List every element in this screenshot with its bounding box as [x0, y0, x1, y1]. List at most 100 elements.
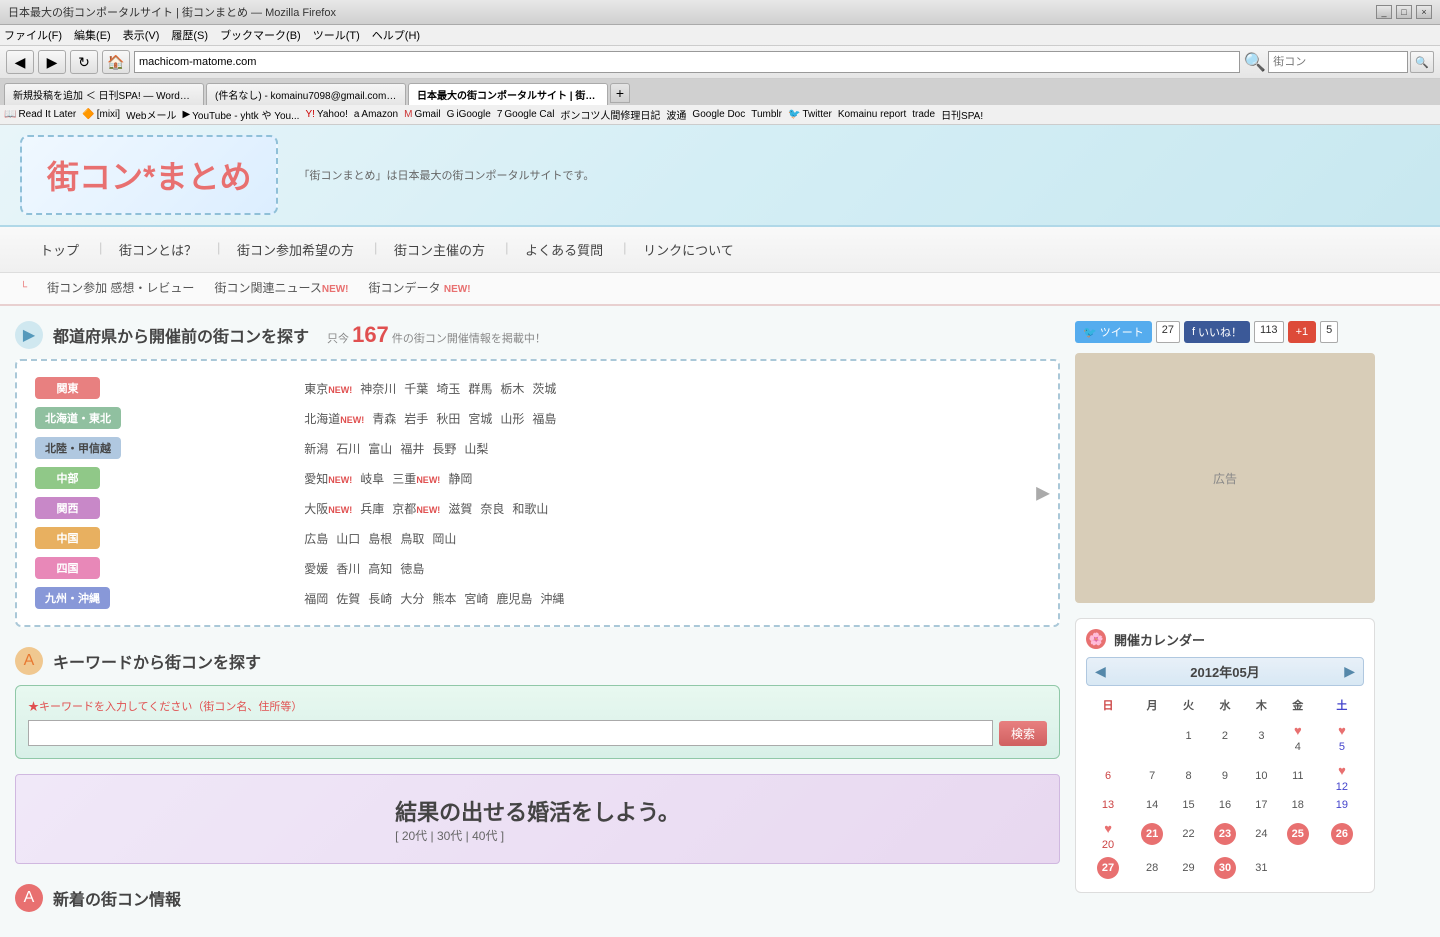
- subnav-data[interactable]: 街コンデータ NEW!: [369, 279, 471, 296]
- region-chubu[interactable]: 中部: [35, 467, 100, 489]
- cal-day-14[interactable]: 14: [1130, 796, 1174, 814]
- pref-miyagi[interactable]: 宮城: [468, 410, 492, 427]
- bookmark-komainu[interactable]: Komainu report: [838, 109, 906, 120]
- tab-2[interactable]: 日本最大の街コンポータルサイト | 街コン...: [408, 83, 608, 105]
- pref-aomori[interactable]: 青森: [372, 410, 396, 427]
- tab-1[interactable]: (件名なし) - komainu7098@gmail.com -...: [206, 83, 406, 105]
- minimize-button[interactable]: _: [1376, 5, 1392, 19]
- pref-ibaraki[interactable]: 茨城: [532, 380, 556, 397]
- bookmark-gmail[interactable]: M Gmail: [404, 109, 440, 120]
- cal-day-26[interactable]: 26: [1320, 814, 1364, 854]
- cal-day-21[interactable]: 21: [1130, 814, 1174, 854]
- home-button[interactable]: 🏠: [102, 50, 130, 74]
- bookmark-bonkotsu[interactable]: ボンコツ人間修理日記: [560, 107, 660, 122]
- pref-hiroshima[interactable]: 広島: [304, 530, 328, 547]
- menu-history[interactable]: 履歴(S): [171, 27, 208, 43]
- pref-nara[interactable]: 奈良: [480, 500, 504, 517]
- cal-day-25[interactable]: 25: [1276, 814, 1320, 854]
- subnav-review[interactable]: 街コン参加 感想・レビュー: [47, 279, 194, 296]
- tab-0[interactable]: 新規投稿を追加 ＜ 日刊SPA! — WordPr...: [4, 83, 204, 105]
- pref-tochigi[interactable]: 栃木: [500, 380, 524, 397]
- bookmark-webmail[interactable]: Webメール: [126, 107, 176, 122]
- nav-faq[interactable]: よくある質問: [505, 235, 623, 264]
- nav-about[interactable]: 街コンとは？: [99, 235, 217, 264]
- cal-day-5[interactable]: ♥5: [1320, 716, 1364, 756]
- pref-yamagata[interactable]: 山形: [500, 410, 524, 427]
- pref-kanagawa[interactable]: 神奈川: [360, 380, 396, 397]
- pref-miyazaki[interactable]: 宮崎: [464, 590, 488, 607]
- bookmark-mixi[interactable]: 🔶 [mixi]: [82, 109, 120, 120]
- cal-day-30[interactable]: 30: [1203, 854, 1247, 882]
- bookmark-amazon[interactable]: a Amazon: [354, 109, 398, 120]
- pref-gifu[interactable]: 岐阜: [360, 470, 384, 487]
- pref-kagawa[interactable]: 香川: [336, 560, 360, 577]
- pref-yamaguchi[interactable]: 山口: [336, 530, 360, 547]
- menu-tools[interactable]: ツール(T): [313, 27, 360, 43]
- cal-day-4[interactable]: ♥4: [1276, 716, 1320, 756]
- nav-participant[interactable]: 街コン参加希望の方: [217, 235, 374, 264]
- region-shikoku[interactable]: 四国: [35, 557, 100, 579]
- cal-day-23[interactable]: 23: [1203, 814, 1247, 854]
- bookmark-igoogle[interactable]: G iGoogle: [447, 109, 491, 120]
- maximize-button[interactable]: □: [1396, 5, 1412, 19]
- region-kanto[interactable]: 関東: [35, 377, 100, 399]
- pref-ishikawa[interactable]: 石川: [336, 440, 360, 457]
- pref-gunma[interactable]: 群馬: [468, 380, 492, 397]
- bookmark-yahoo[interactable]: Y! Yahoo!: [305, 109, 347, 120]
- cal-day-18[interactable]: 18: [1276, 796, 1320, 814]
- menu-file[interactable]: ファイル(F): [4, 27, 62, 43]
- bookmark-nikkan-spa[interactable]: 日刊SPA!: [941, 107, 983, 122]
- search-button[interactable]: 🔍: [1410, 51, 1434, 73]
- pref-tottori[interactable]: 鳥取: [400, 530, 424, 547]
- cal-day-24[interactable]: 24: [1247, 814, 1276, 854]
- pref-mie[interactable]: 三重NEW!: [392, 470, 440, 487]
- bookmark-hatsudon[interactable]: 波通: [666, 107, 686, 122]
- cal-day-22[interactable]: 22: [1174, 814, 1203, 854]
- address-bar[interactable]: [134, 51, 1240, 73]
- window-controls[interactable]: _ □ ×: [1376, 5, 1432, 19]
- cal-day-16[interactable]: 16: [1203, 796, 1247, 814]
- cal-day-13[interactable]: 13: [1086, 796, 1130, 814]
- pref-tokyo[interactable]: 東京NEW!: [304, 380, 352, 397]
- cal-day-15[interactable]: 15: [1174, 796, 1203, 814]
- nav-top[interactable]: トップ: [20, 235, 99, 264]
- keyword-input[interactable]: [28, 720, 993, 746]
- menu-help[interactable]: ヘルプ(H): [372, 27, 420, 43]
- region-hokuriku[interactable]: 北陸・甲信越: [35, 437, 121, 459]
- keyword-search-button[interactable]: 検索: [999, 721, 1047, 746]
- region-kyushu[interactable]: 九州・沖縄: [35, 587, 110, 609]
- menu-view[interactable]: 表示(V): [123, 27, 160, 43]
- cal-day-3[interactable]: 3: [1247, 716, 1276, 756]
- like-button[interactable]: f いいね！: [1184, 321, 1250, 343]
- reload-button[interactable]: ↻: [70, 50, 98, 74]
- region-chugoku[interactable]: 中国: [35, 527, 100, 549]
- pref-fukui[interactable]: 福井: [400, 440, 424, 457]
- pref-shiga[interactable]: 滋賀: [448, 500, 472, 517]
- ad-banner[interactable]: 結果の出せる婚活をしよう。 [ 20代 | 30代 | 40代 ]: [15, 774, 1060, 864]
- cal-day-27[interactable]: 27: [1086, 854, 1130, 882]
- cal-day-6[interactable]: 6: [1086, 756, 1130, 796]
- bookmark-youtube[interactable]: ▶ YouTube - yhtk や You...: [182, 107, 299, 122]
- cal-day-7[interactable]: 7: [1130, 756, 1174, 796]
- pref-oita[interactable]: 大分: [400, 590, 424, 607]
- pref-fukuoka[interactable]: 福岡: [304, 590, 328, 607]
- region-hokkaido[interactable]: 北海道・東北: [35, 407, 121, 429]
- region-kansai[interactable]: 関西: [35, 497, 100, 519]
- cal-day-2[interactable]: 2: [1203, 716, 1247, 756]
- pref-toyama[interactable]: 富山: [368, 440, 392, 457]
- cal-day-28[interactable]: 28: [1130, 854, 1174, 882]
- bookmark-tumblr[interactable]: Tumblr: [751, 109, 782, 120]
- forward-button[interactable]: ▶: [38, 50, 66, 74]
- pref-tokushima[interactable]: 徳島: [400, 560, 424, 577]
- pref-kochi[interactable]: 高知: [368, 560, 392, 577]
- bookmark-google-doc[interactable]: Google Doc: [692, 109, 745, 120]
- pref-wakayama[interactable]: 和歌山: [512, 500, 548, 517]
- pref-shimane[interactable]: 島根: [368, 530, 392, 547]
- nav-link[interactable]: リンクについて: [623, 235, 754, 264]
- cal-day-12[interactable]: ♥12: [1320, 756, 1364, 796]
- close-button[interactable]: ×: [1416, 5, 1432, 19]
- cal-day-11[interactable]: 11: [1276, 756, 1320, 796]
- cal-day-31[interactable]: 31: [1247, 854, 1276, 882]
- pref-saga[interactable]: 佐賀: [336, 590, 360, 607]
- cal-day-9[interactable]: 9: [1203, 756, 1247, 796]
